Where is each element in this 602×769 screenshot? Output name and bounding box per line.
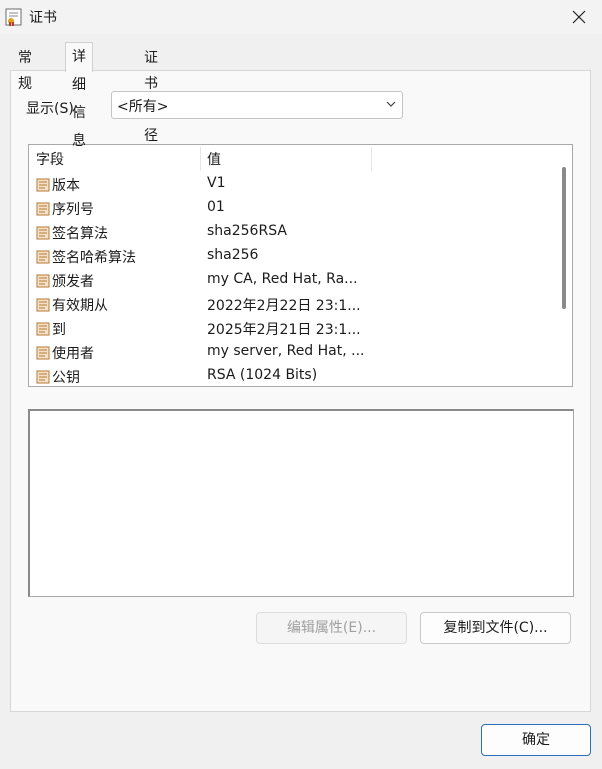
field-list[interactable]: 字段 值 版本 V1 序列号 01 签名算法 sha256RSA 签名哈希算法 … [28,144,573,387]
field-value: sha256 [207,247,259,263]
field-icon [36,370,50,384]
list-item[interactable]: 颁发者 my CA, Red Hat, Ra... [29,269,549,293]
field-value: 2022年2月22日 23:1... [207,298,361,314]
tab-details[interactable]: 详细信息 [65,42,93,149]
title-bar: 证书 [0,0,602,34]
close-icon [572,10,586,24]
column-header-field[interactable]: 字段 [36,147,64,173]
list-item[interactable]: 到 2025年2月21日 23:1... [29,317,549,341]
show-select-value: <所有> [117,99,169,115]
list-item[interactable]: 序列号 01 [29,197,549,221]
field-value: RSA (1024 Bits) [207,367,318,383]
field-name: 到 [52,322,66,338]
field-value: my CA, Red Hat, Ra... [207,271,358,287]
field-name: 签名哈希算法 [52,250,136,266]
chevron-down-icon [386,101,396,107]
field-icon [36,202,50,216]
field-icon [36,298,50,312]
edit-properties-button[interactable]: 编辑属性(E)... [256,612,407,644]
field-name: 使用者 [52,346,94,362]
field-detail-textarea[interactable] [28,409,574,597]
certificate-icon [5,8,22,26]
field-value: V1 [207,175,226,191]
tab-general[interactable]: 常规 [12,45,38,92]
field-icon [36,322,50,336]
tab-certification-path[interactable]: 证书路径 [138,45,164,144]
list-item[interactable]: 使用者 my server, Red Hat, ... [29,341,549,365]
field-name: 有效期从 [52,298,108,314]
field-icon [36,226,50,240]
ok-button[interactable]: 确定 [481,724,591,756]
field-name: 版本 [52,178,80,194]
field-icon [36,346,50,360]
show-label: 显示(S): [26,101,79,117]
field-value: my server, Red Hat, ... [207,343,365,359]
column-divider[interactable] [371,147,372,171]
list-item[interactable]: 公钥 RSA (1024 Bits) [29,365,549,386]
field-name: 签名算法 [52,226,108,242]
field-icon [36,178,50,192]
field-name: 颁发者 [52,274,94,290]
show-select[interactable]: <所有> [111,91,403,119]
field-value: sha256RSA [207,223,287,239]
field-name: 公钥 [52,370,80,386]
close-button[interactable] [556,0,602,34]
list-item[interactable]: 签名哈希算法 sha256 [29,245,549,269]
column-divider[interactable] [200,147,201,171]
vertical-scrollbar[interactable] [562,167,566,309]
list-item[interactable]: 有效期从 2022年2月22日 23:1... [29,293,549,317]
list-item[interactable]: 签名算法 sha256RSA [29,221,549,245]
copy-to-file-button[interactable]: 复制到文件(C)... [420,612,571,644]
field-value: 2025年2月21日 23:1... [207,322,361,338]
field-name: 序列号 [52,202,94,218]
window-title: 证书 [29,10,57,26]
field-icon [36,250,50,264]
field-value: 01 [207,199,225,215]
column-header-value[interactable]: 值 [207,147,221,173]
list-item[interactable]: 版本 V1 [29,173,549,197]
field-icon [36,274,50,288]
